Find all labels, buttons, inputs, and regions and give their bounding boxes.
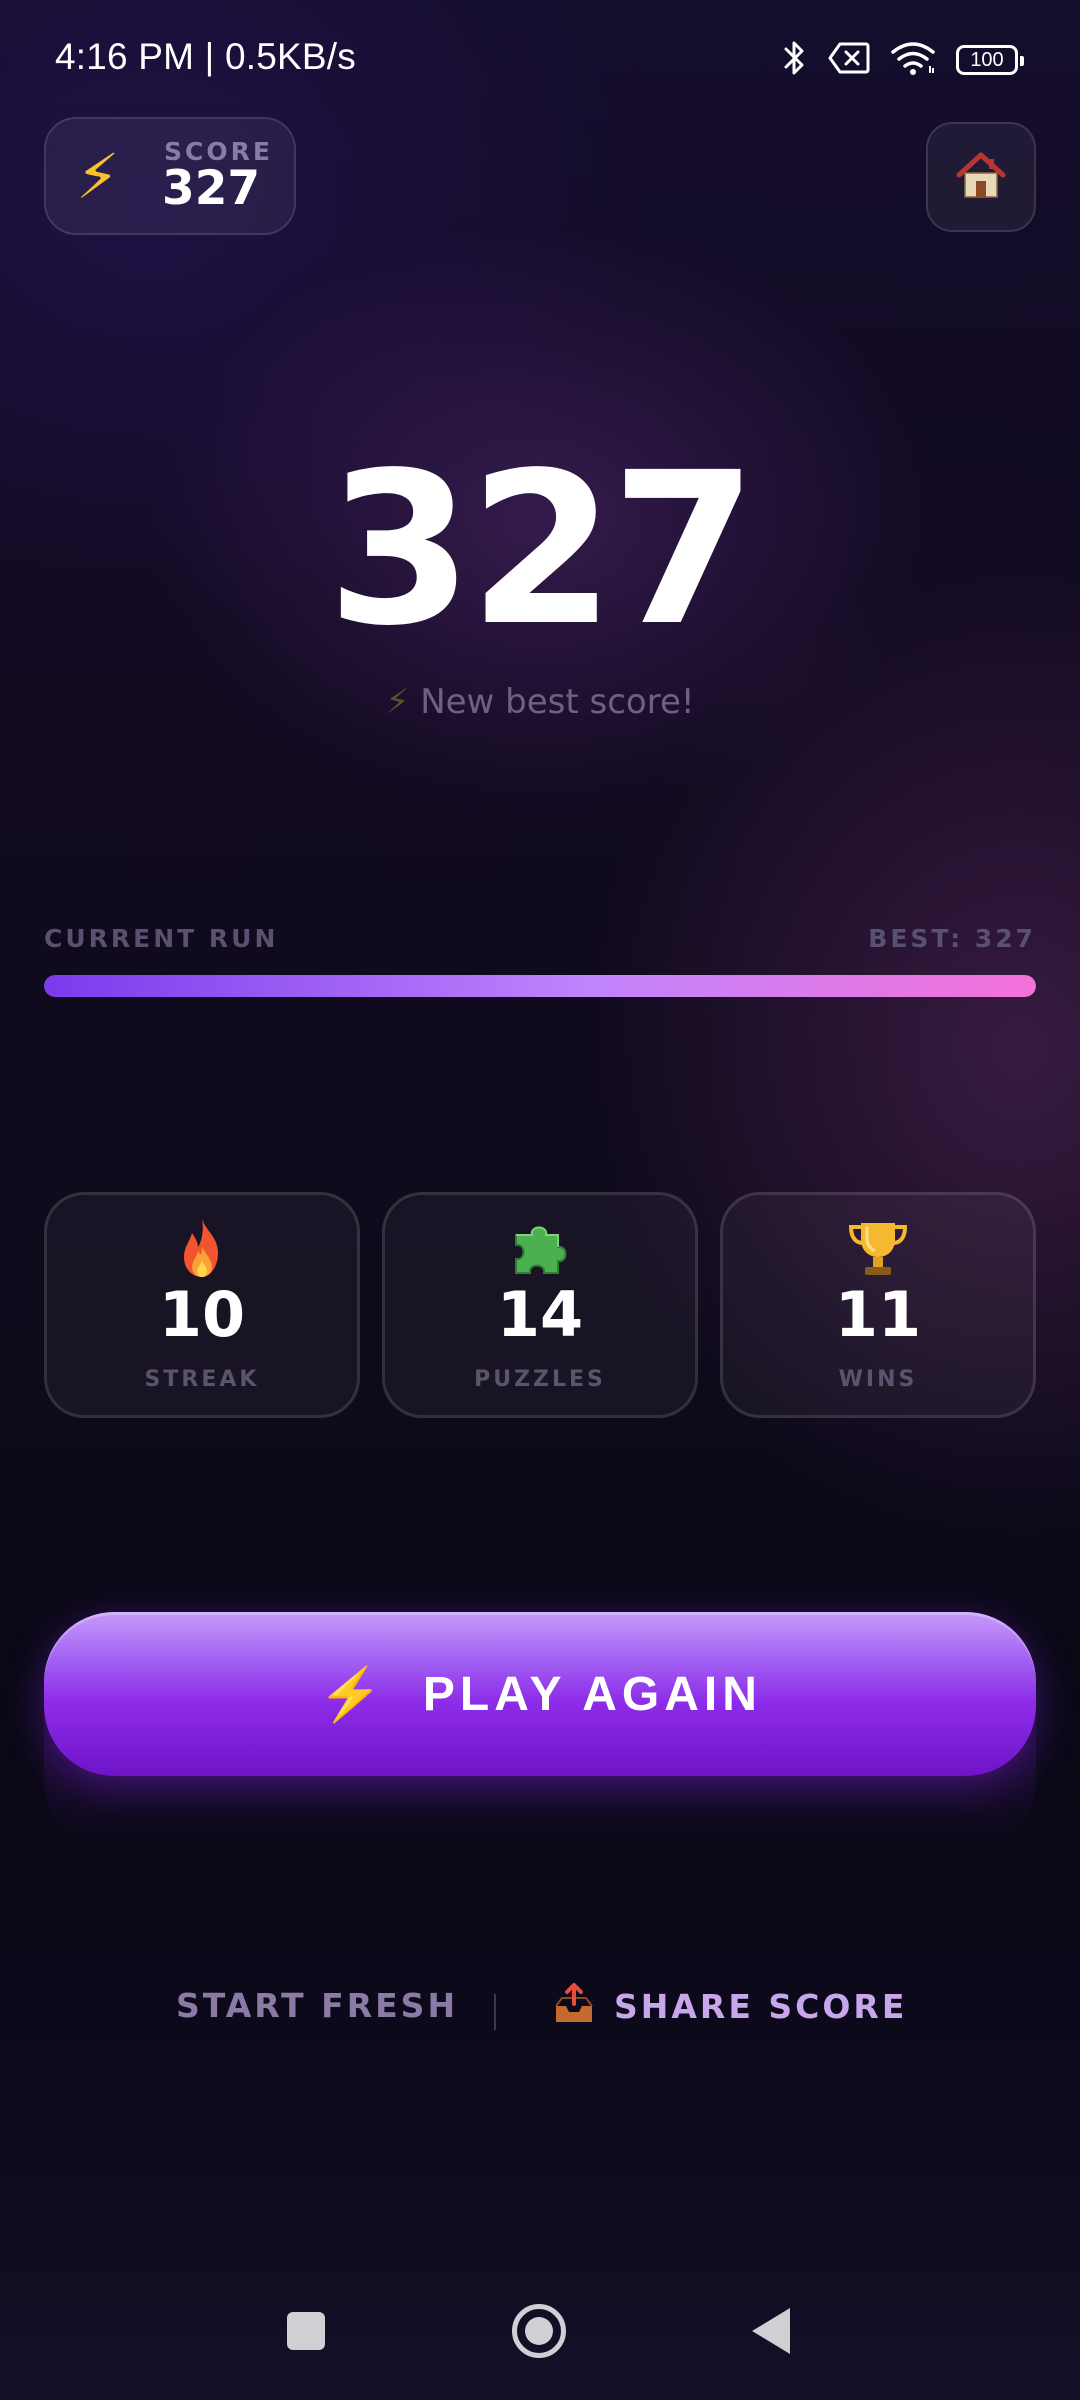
home-nav-button[interactable]	[512, 2304, 566, 2358]
outbox-tray-icon	[552, 1982, 596, 2030]
puzzles-label: PUZZLES	[474, 1367, 606, 1392]
final-score: 327	[326, 427, 757, 672]
status-time: 4:16 PM | 0.5KB/s	[55, 36, 356, 77]
back-button[interactable]	[752, 2308, 790, 2354]
home-button[interactable]	[926, 122, 1036, 232]
lightning-icon: ⚡	[76, 140, 120, 213]
status-bar: 4:16 PM | 0.5KB/s 100	[0, 0, 1080, 120]
puzzles-value: 14	[496, 1278, 584, 1351]
streak-value: 10	[158, 1278, 246, 1351]
navigation-bar	[0, 2290, 1080, 2380]
puzzle-icon	[385, 1217, 695, 1281]
wifi-icon	[890, 40, 936, 80]
lightning-icon: ⚡	[318, 1665, 383, 1724]
wins-label: WINS	[838, 1367, 918, 1392]
best-score-label: BEST: 327	[868, 924, 1036, 953]
share-score-button[interactable]: SHARE SCORE	[552, 1982, 907, 2030]
stats-row: 10 STREAK 14 PUZZLES 11 WINS	[44, 1192, 1036, 1418]
streak-label: STREAK	[144, 1367, 260, 1392]
recents-button[interactable]	[287, 2312, 325, 2350]
stat-card-wins: 11 WINS	[720, 1192, 1036, 1418]
sim-off-icon	[828, 41, 870, 79]
run-progress-bar	[44, 975, 1036, 997]
lightning-icon: ⚡	[385, 682, 410, 722]
status-icons: 100	[782, 38, 1024, 82]
start-fresh-button[interactable]: START FRESH	[176, 1986, 458, 2025]
wins-value: 11	[834, 1278, 922, 1351]
trophy-icon	[723, 1217, 1033, 1281]
battery-icon: 100	[956, 45, 1024, 75]
best-score-text: New best score!	[420, 682, 695, 722]
score-pill: ⚡ SCORE 327	[44, 117, 296, 235]
stat-card-puzzles: 14 PUZZLES	[382, 1192, 698, 1418]
house-icon	[953, 147, 1009, 207]
current-run-label: CURRENT RUN	[44, 924, 279, 953]
share-score-label: SHARE SCORE	[614, 1986, 908, 2026]
action-divider	[494, 1994, 496, 2030]
play-again-label: PLAY AGAIN	[422, 1667, 762, 1721]
run-progress-fill	[44, 975, 1036, 997]
play-again-button[interactable]: ⚡ PLAY AGAIN	[44, 1612, 1036, 1776]
bluetooth-icon	[782, 38, 808, 82]
stat-card-streak: 10 STREAK	[44, 1192, 360, 1418]
best-score-message: ⚡ New best score!	[0, 682, 1080, 722]
fire-icon	[47, 1217, 357, 1279]
score-value: 327	[162, 161, 261, 216]
